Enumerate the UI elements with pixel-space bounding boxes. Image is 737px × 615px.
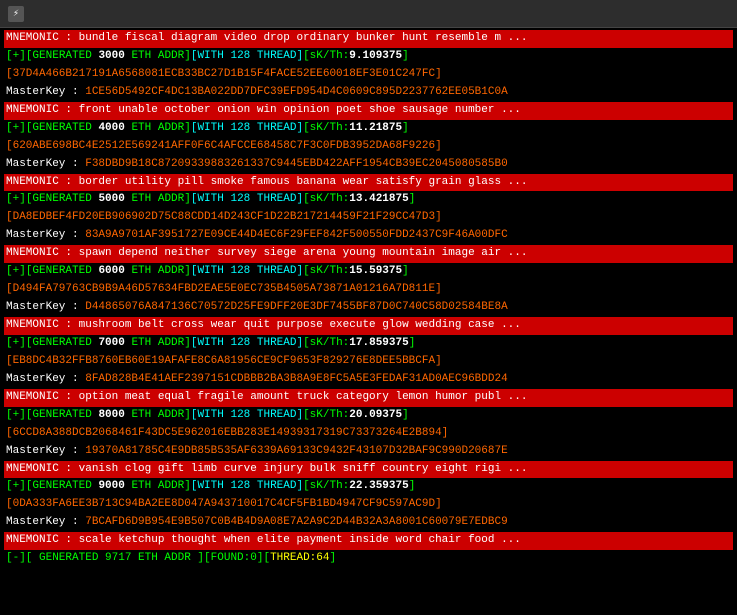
address-line: [6CCD8A388DCB2068461F43DC5E962016EBB283E… xyxy=(4,425,733,443)
generated-line: [+][GENERATED 7000 ETH ADDR][WITH 128 TH… xyxy=(4,335,733,353)
mnemonic-line: MNEMONIC : front unable october onion wi… xyxy=(4,102,733,120)
masterkey-line: MasterKey : 19370A81785C4E9DB85B535AF633… xyxy=(4,443,733,461)
generated-line: [+][GENERATED 3000 ETH ADDR][WITH 128 TH… xyxy=(4,48,733,66)
mnemonic-line: MNEMONIC : vanish clog gift limb curve i… xyxy=(4,461,733,479)
app-icon: ⚡ xyxy=(8,6,24,22)
title-bar-controls xyxy=(681,12,729,16)
title-bar-left: ⚡ xyxy=(8,6,32,22)
masterkey-line: MasterKey : 7BCAFD6D9B954E9B507C0B4B4D9A… xyxy=(4,514,733,532)
generated-line: [+][GENERATED 6000 ETH ADDR][WITH 128 TH… xyxy=(4,263,733,281)
mnemonic-line: MNEMONIC : scale ketchup thought when el… xyxy=(4,532,733,550)
masterkey-line: MasterKey : 1CE56D5492CF4DC13BA022DD7DFC… xyxy=(4,84,733,102)
generated-line: [-][ GENERATED 9717 ETH ADDR ][FOUND:0][… xyxy=(4,550,733,568)
mnemonic-line: MNEMONIC : mushroom belt cross wear quit… xyxy=(4,317,733,335)
address-line: [620ABE698BC4E2512E569241AFF0F6C4AFCCE68… xyxy=(4,138,733,156)
generated-line: [+][GENERATED 5000 ETH ADDR][WITH 128 TH… xyxy=(4,191,733,209)
masterkey-line: MasterKey : 83A9A9701AF3951727E09CE44D4E… xyxy=(4,227,733,245)
address-line: [37D4A466B217191A6568081ECB33BC27D1B15F4… xyxy=(4,66,733,84)
address-line: [0DA333FA6EE3B713C94BA2EE8D047A943710017… xyxy=(4,496,733,514)
close-button[interactable] xyxy=(717,12,729,16)
mnemonic-line: MNEMONIC : border utility pill smoke fam… xyxy=(4,174,733,192)
mnemonic-line: MNEMONIC : spawn depend neither survey s… xyxy=(4,245,733,263)
mnemonic-line: MNEMONIC : bundle fiscal diagram video d… xyxy=(4,30,733,48)
generated-line: [+][GENERATED 9000 ETH ADDR][WITH 128 TH… xyxy=(4,478,733,496)
generated-line: [+][GENERATED 4000 ETH ADDR][WITH 128 TH… xyxy=(4,120,733,138)
address-line: [D494FA79763CB9B9A46D57634FBD2EAE5E0EC73… xyxy=(4,281,733,299)
address-line: [EB8DC4B32FFB8760EB60E19AFAFE8C6A81956CE… xyxy=(4,353,733,371)
mnemonic-line: MNEMONIC : option meat equal fragile amo… xyxy=(4,389,733,407)
generated-line: [+][GENERATED 8000 ETH ADDR][WITH 128 TH… xyxy=(4,407,733,425)
address-line: [DA8EDBEF4FD20EB906902D75C88CDD14D243CF1… xyxy=(4,209,733,227)
main-content: MNEMONIC : bundle fiscal diagram video d… xyxy=(0,28,737,615)
masterkey-line: MasterKey : F38DBD9B18C87209339883261337… xyxy=(4,156,733,174)
title-bar: ⚡ xyxy=(0,0,737,28)
masterkey-line: MasterKey : D44865076A847136C70572D25FE9… xyxy=(4,299,733,317)
masterkey-line: MasterKey : 8FAD828B4E41AEF2397151CDBBB2… xyxy=(4,371,733,389)
new-tab-button[interactable] xyxy=(681,12,693,16)
dropdown-button[interactable] xyxy=(699,12,711,16)
